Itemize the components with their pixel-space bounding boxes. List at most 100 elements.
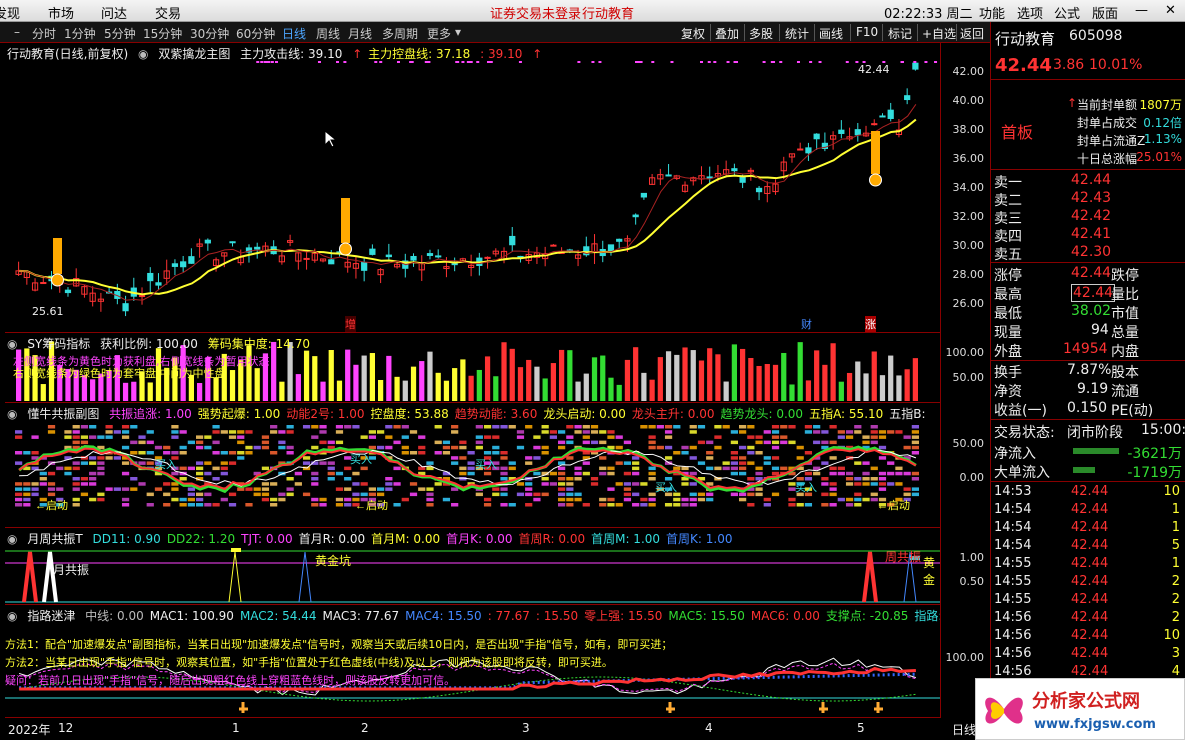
menu-item-trade[interactable]: 交易 <box>155 3 181 22</box>
overlay-button[interactable]: 叠加 <box>715 25 739 42</box>
stats-button[interactable]: 统计 <box>785 25 809 42</box>
resonance-cell <box>541 451 549 455</box>
indicator-dropdown-icon[interactable]: ◉ <box>138 47 148 61</box>
tab-period-monthly[interactable]: 月线 <box>348 25 372 42</box>
menu-item-function[interactable]: 功能 <box>979 3 1005 22</box>
resonance-cell <box>615 503 623 507</box>
sell-level-row[interactable]: 卖五 42.30 <box>991 244 1185 263</box>
login-notice[interactable]: 证券交易未登录 <box>490 3 581 22</box>
menu-item-layout[interactable]: 版面 <box>1092 3 1118 22</box>
period-label[interactable]: 日线 <box>952 721 976 738</box>
path-panel[interactable]: ◉ 指路迷津 中线: 0.00 MAC1: 100.90 MAC2: 54.44 MA… <box>5 605 940 718</box>
kline-chart[interactable] <box>5 43 940 333</box>
tick-price: 42.44 <box>1071 484 1109 499</box>
resonance-cell <box>590 440 599 445</box>
kline-indicator-name[interactable]: 双紫擒龙主图 <box>158 47 230 61</box>
candle-body <box>838 129 845 134</box>
resonance-cell <box>327 466 335 471</box>
resonance-cell <box>582 425 590 429</box>
resonance-cell <box>377 487 385 491</box>
minimize-icon[interactable]: — <box>1135 3 1148 18</box>
tick-price: 42.44 <box>1071 538 1109 553</box>
resonance-cell <box>558 497 566 502</box>
tab-period-daily[interactable]: 日线 <box>282 25 306 42</box>
resonance-cell <box>442 451 451 455</box>
candle-body <box>805 147 812 154</box>
indicator-dropdown-icon[interactable]: ◉ <box>7 407 17 421</box>
resonance-cell <box>689 482 697 486</box>
indicator-dropdown-icon[interactable]: ◉ <box>7 337 17 351</box>
control-line-label: 主力控盘线: 37.18 <box>368 47 471 61</box>
candle-body <box>509 235 516 246</box>
start-label: ←启动 <box>877 499 910 512</box>
sell-level-row[interactable]: 卖一 42.44 <box>991 172 1185 191</box>
resonance-cell <box>558 482 566 486</box>
sell-level-row[interactable]: 卖三 42.42 <box>991 208 1185 227</box>
kline-panel[interactable]: 行动教育(日线,前复权) ◉ 双紫擒龙主图 主力攻击线: 39.10 ↑ 主力控… <box>5 43 940 333</box>
y-tick: 42.00 <box>952 65 985 78</box>
resonance-cell <box>599 440 607 445</box>
indicator-dropdown-icon[interactable]: ◉ <box>7 609 17 623</box>
tab-period-60min[interactable]: 60分钟 <box>236 25 275 42</box>
path-title[interactable]: 指路迷津 <box>27 609 75 623</box>
resonance-cell <box>360 492 368 497</box>
hand-pointer-icon <box>819 702 828 713</box>
signal-dot <box>809 61 813 63</box>
menu-item-wenda[interactable]: 问达 <box>101 3 127 22</box>
tab-period-multi[interactable]: 多周期 <box>382 25 418 42</box>
minus-icon[interactable]: – <box>14 25 20 39</box>
resonance-cell <box>327 471 335 476</box>
tab-period-intraday[interactable]: 分时 <box>32 25 56 42</box>
resonance-cell <box>854 503 862 507</box>
back-button[interactable]: 返回 <box>960 25 984 42</box>
bull-panel[interactable]: ←启动 ←启动 ←启动 买入 买入 买入 买入 买入 ◉ 懂牛共振副图 共振追涨: 1.00 强… <box>5 403 940 528</box>
chip-panel[interactable]: ◉ SY筹码指标 获利比例: 100.00 筹码集中度: 14.70 左侧宽线条… <box>5 333 940 403</box>
resonance-cell <box>895 466 903 471</box>
resonance-cell <box>360 482 368 486</box>
resonance-cell <box>739 461 747 465</box>
close-icon[interactable]: ✕ <box>1165 3 1176 18</box>
y-tick: 1.00 <box>959 551 985 564</box>
multi-stock-button[interactable]: 多股 <box>749 25 773 42</box>
method-3-text: 疑问：若前几日出现"手指"信号，随后出现粗红色线上穿粗蓝色线时，则该股反转更加可… <box>5 674 456 687</box>
mark-button[interactable]: 标记 <box>888 25 912 42</box>
tab-period-30min[interactable]: 30分钟 <box>190 25 229 42</box>
low-value: 38.02 <box>1071 303 1112 319</box>
month-week-panel[interactable]: ◉ 月周共振T DD11: 0.90 DD22: 1.20 TJT: 0.00 首月R… <box>5 528 940 605</box>
resonance-cell <box>179 451 187 455</box>
tag-increase[interactable]: 增 <box>345 316 356 332</box>
sell-level-row[interactable]: 卖二 42.43 <box>991 190 1185 209</box>
chevron-down-icon[interactable]: ▾ <box>455 25 461 39</box>
indicator-dropdown-icon[interactable]: ◉ <box>7 532 17 546</box>
month-week-title[interactable]: 月周共振T <box>27 532 82 546</box>
adjust-button[interactable]: 复权 <box>681 25 705 42</box>
resonance-cell <box>870 466 878 471</box>
f10-button[interactable]: F10 <box>856 25 878 39</box>
tab-period-more[interactable]: 更多 <box>427 25 451 42</box>
bull-title[interactable]: 懂牛共振副图 <box>27 407 99 421</box>
tab-period-15min[interactable]: 15分钟 <box>143 25 182 42</box>
tab-period-weekly[interactable]: 周线 <box>316 25 340 42</box>
tick-time: 14:56 <box>994 628 1032 643</box>
tick-volume: 5 <box>1171 538 1180 553</box>
draw-line-button[interactable]: 画线 <box>819 25 843 42</box>
resonance-cell <box>615 435 623 439</box>
indicator-field: 强势起爆: 1.00 <box>197 407 281 421</box>
tab-period-1min[interactable]: 1分钟 <box>64 25 96 42</box>
sell-level-row[interactable]: 卖四 42.41 <box>991 226 1185 245</box>
resonance-cell <box>56 466 64 471</box>
tag-finance[interactable]: 财 <box>801 316 812 332</box>
tag-limit-up[interactable]: 涨 <box>865 316 876 332</box>
resonance-cell <box>319 503 327 507</box>
menu-item-market[interactable]: 市场 <box>48 3 74 22</box>
menu-item-discover[interactable]: 发现 <box>0 3 20 22</box>
menu-item-formula[interactable]: 公式 <box>1054 3 1080 22</box>
chip-title[interactable]: SY筹码指标 <box>27 337 90 351</box>
menu-item-options[interactable]: 选项 <box>1017 3 1043 22</box>
week-resonance-label: 周共振 <box>885 550 922 564</box>
add-watchlist-button[interactable]: +自选 <box>922 25 956 42</box>
resonance-cell <box>286 430 294 434</box>
tick-time: 14:56 <box>994 664 1032 679</box>
tab-period-5min[interactable]: 5分钟 <box>104 25 136 42</box>
resonance-cell <box>171 487 179 491</box>
